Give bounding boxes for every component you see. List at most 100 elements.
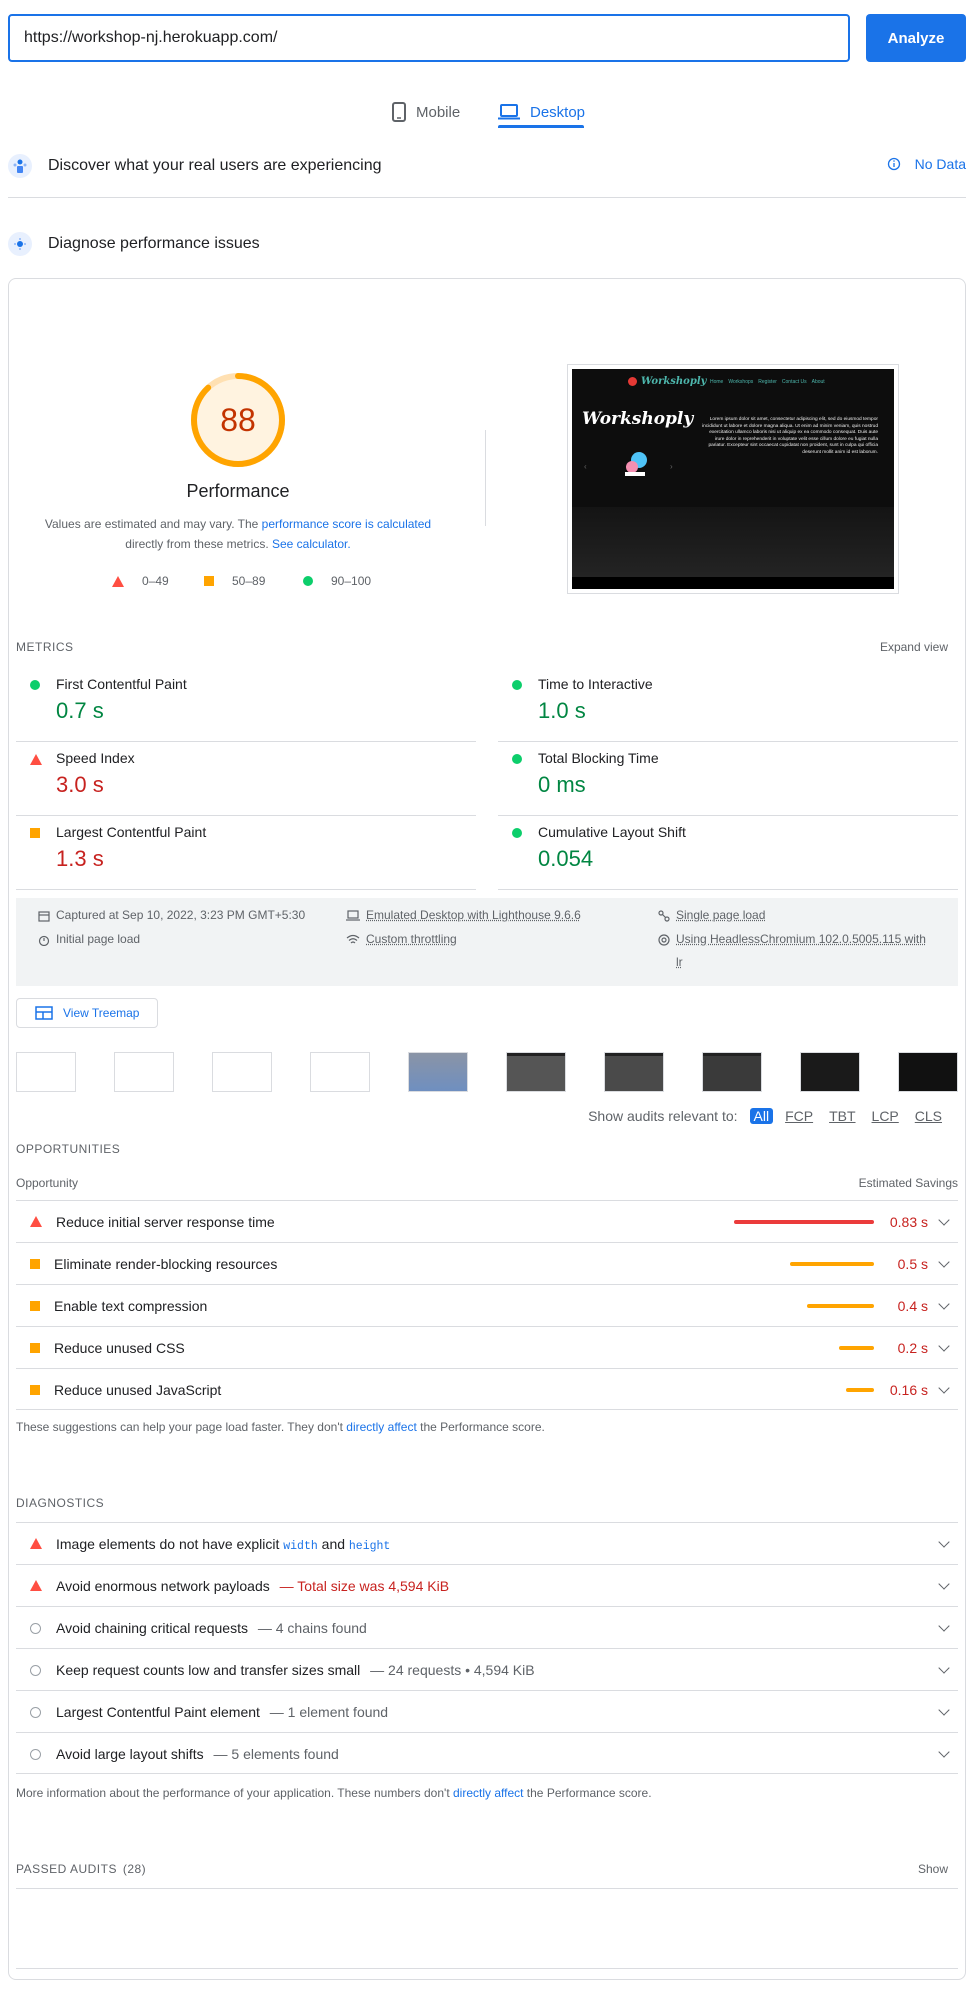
opp-note-prefix: These suggestions can help your page loa… — [16, 1420, 347, 1434]
show-passed-toggle[interactable]: Show — [918, 1862, 948, 1876]
opportunity-row[interactable]: Enable text compression 0.4 s — [16, 1284, 958, 1326]
shot-prev-arrow: ‹ — [584, 462, 587, 471]
shot-logo-icon — [628, 377, 637, 386]
laptop-icon — [346, 910, 360, 921]
passed-divider-bottom — [16, 1968, 958, 1969]
diagnostic-row[interactable]: Avoid large layout shifts — 5 elements f… — [16, 1732, 958, 1774]
pass-circle-icon — [512, 754, 522, 764]
film-frame-9 — [800, 1052, 860, 1092]
tab-mobile[interactable]: Mobile — [392, 94, 460, 130]
diagnose-section-header: Diagnose performance issues — [8, 232, 260, 256]
filter-cls[interactable]: CLS — [911, 1108, 946, 1124]
custom-throttling[interactable]: Custom throttling — [346, 928, 457, 951]
savings-bar — [806, 1304, 874, 1308]
average-square-icon — [30, 1385, 40, 1395]
shot-nav-item: Home — [710, 379, 724, 385]
analyze-button[interactable]: Analyze — [866, 14, 966, 62]
pass-circle-icon — [30, 680, 40, 690]
diagnostic-row[interactable]: Keep request counts low and transfer siz… — [16, 1648, 958, 1690]
audit-filter: Show audits relevant to: All FCP TBT LCP… — [588, 1108, 946, 1124]
opportunity-label: Reduce unused CSS — [54, 1340, 185, 1356]
chevron-down-icon — [938, 1704, 950, 1716]
shot-logo: Workshoply — [628, 376, 706, 387]
opportunity-savings: 0.83 s — [889, 1214, 928, 1230]
shot-footer — [572, 577, 894, 589]
perf-note-middle: directly from these metrics. — [125, 537, 272, 551]
opp-note-suffix: the Performance score. — [416, 1420, 545, 1434]
url-input[interactable]: https://workshop-nj.herokuapp.com/ — [8, 14, 850, 62]
chrome-icon — [658, 934, 670, 946]
diagnostic-row[interactable]: Largest Contentful Paint element — 1 ele… — [16, 1690, 958, 1732]
see-calculator-link[interactable]: See calculator. — [272, 537, 351, 551]
diag-detail: — 24 requests • 4,594 KiB — [370, 1662, 535, 1678]
diagnostic-label: Largest Contentful Paint element — 1 ele… — [56, 1704, 388, 1720]
savings-col-label: Estimated Savings — [858, 1176, 958, 1190]
directly-affect-link[interactable]: directly affect — [453, 1786, 523, 1800]
average-square-icon — [204, 576, 214, 586]
film-frame-6 — [506, 1052, 566, 1092]
film-frame-3 — [212, 1052, 272, 1092]
opportunity-col-label: Opportunity — [16, 1176, 79, 1190]
shot-hero-image — [572, 507, 894, 587]
single-text: Single page load — [676, 908, 766, 922]
metric-fcp: First Contentful Paint 0.7 s — [16, 668, 476, 742]
filter-tbt[interactable]: TBT — [825, 1108, 859, 1124]
audit-filter-label: Show audits relevant to: — [588, 1108, 738, 1124]
shot-next-arrow: › — [670, 462, 673, 471]
diag-text: Largest Contentful Paint element — [56, 1704, 260, 1720]
info-icon — [887, 157, 900, 171]
metric-tti: Time to Interactive 1.0 s — [498, 668, 958, 742]
browser-text-2: lr — [676, 955, 683, 969]
single-page-load[interactable]: Single page load — [658, 904, 765, 927]
opportunity-row[interactable]: Eliminate render-blocking resources 0.5 … — [16, 1242, 958, 1284]
diagnostic-row[interactable]: Avoid chaining critical requests — 4 cha… — [16, 1606, 958, 1648]
filter-fcp[interactable]: FCP — [781, 1108, 817, 1124]
passed-label: PASSED AUDITS — [16, 1862, 117, 1876]
opportunities-columns: Opportunity Estimated Savings — [16, 1176, 958, 1190]
diagnostics-header: DIAGNOSTICS — [16, 1496, 105, 1510]
metric-cls: Cumulative Layout Shift 0.054 — [498, 816, 958, 890]
browser-info[interactable]: Using HeadlessChromium 102.0.5005.115 wi… — [658, 928, 926, 974]
treemap-label: View Treemap — [63, 1006, 140, 1020]
savings-bar — [846, 1388, 874, 1392]
savings-bar — [734, 1220, 874, 1224]
no-data-link[interactable]: No Data — [887, 156, 966, 172]
emulated-desktop[interactable]: Emulated Desktop with Lighthouse 9.6.6 — [346, 904, 581, 927]
legend-fail: 0–49 — [112, 574, 169, 588]
captured-at: Captured at Sep 10, 2022, 3:23 PM GMT+5:… — [38, 904, 305, 927]
browser-text-1: Using HeadlessChromium 102.0.5005.115 wi… — [676, 932, 926, 946]
passed-count: (28) — [122, 1862, 147, 1876]
final-screenshot: Workshoply Home Workshops Register Contact … — [567, 364, 899, 594]
opportunity-savings: 0.16 s — [889, 1382, 928, 1398]
passed-audits-header[interactable]: PASSED AUDITS (28) — [16, 1862, 146, 1876]
diagnostic-row[interactable]: Avoid enormous network payloads — Total … — [16, 1564, 958, 1606]
opportunity-row[interactable]: Reduce unused JavaScript 0.16 s — [16, 1368, 958, 1410]
film-frame-5 — [408, 1052, 468, 1092]
metric-name: Largest Contentful Paint — [56, 824, 207, 840]
diag-text: Keep request counts low and transfer siz… — [56, 1662, 361, 1678]
directly-affect-link[interactable]: directly affect — [346, 1420, 416, 1434]
shot-nav-item: Register — [758, 379, 777, 385]
opportunity-row[interactable]: Reduce unused CSS 0.2 s — [16, 1326, 958, 1368]
opportunity-label: Eliminate render-blocking resources — [54, 1256, 278, 1272]
chevron-down-icon — [938, 1340, 950, 1352]
pass-circle-icon — [512, 680, 522, 690]
filter-lcp[interactable]: LCP — [868, 1108, 903, 1124]
diagnostic-row[interactable]: Image elements do not have explicit widt… — [16, 1522, 958, 1564]
view-treemap-button[interactable]: View Treemap — [16, 998, 158, 1028]
score-calculated-link[interactable]: performance score is calculated — [262, 517, 431, 531]
chevron-down-icon — [938, 1214, 950, 1226]
users-icon — [8, 154, 32, 178]
opportunity-row[interactable]: Reduce initial server response time 0.83… — [16, 1200, 958, 1242]
fail-triangle-icon — [30, 1216, 42, 1227]
metric-lcp: Largest Contentful Paint 1.3 s — [16, 816, 476, 890]
shot-nav-item: Contact Us — [781, 379, 807, 385]
opportunity-label: Reduce initial server response time — [56, 1214, 275, 1230]
performance-score: 88 — [220, 401, 256, 438]
opportunity-savings: 0.5 s — [897, 1256, 928, 1272]
performance-note: Values are estimated and may vary. The p… — [30, 514, 446, 554]
film-frame-8 — [702, 1052, 762, 1092]
expand-view-toggle[interactable]: Expand view — [880, 640, 948, 654]
metric-name: First Contentful Paint — [56, 676, 187, 692]
filter-all[interactable]: All — [749, 1108, 774, 1124]
